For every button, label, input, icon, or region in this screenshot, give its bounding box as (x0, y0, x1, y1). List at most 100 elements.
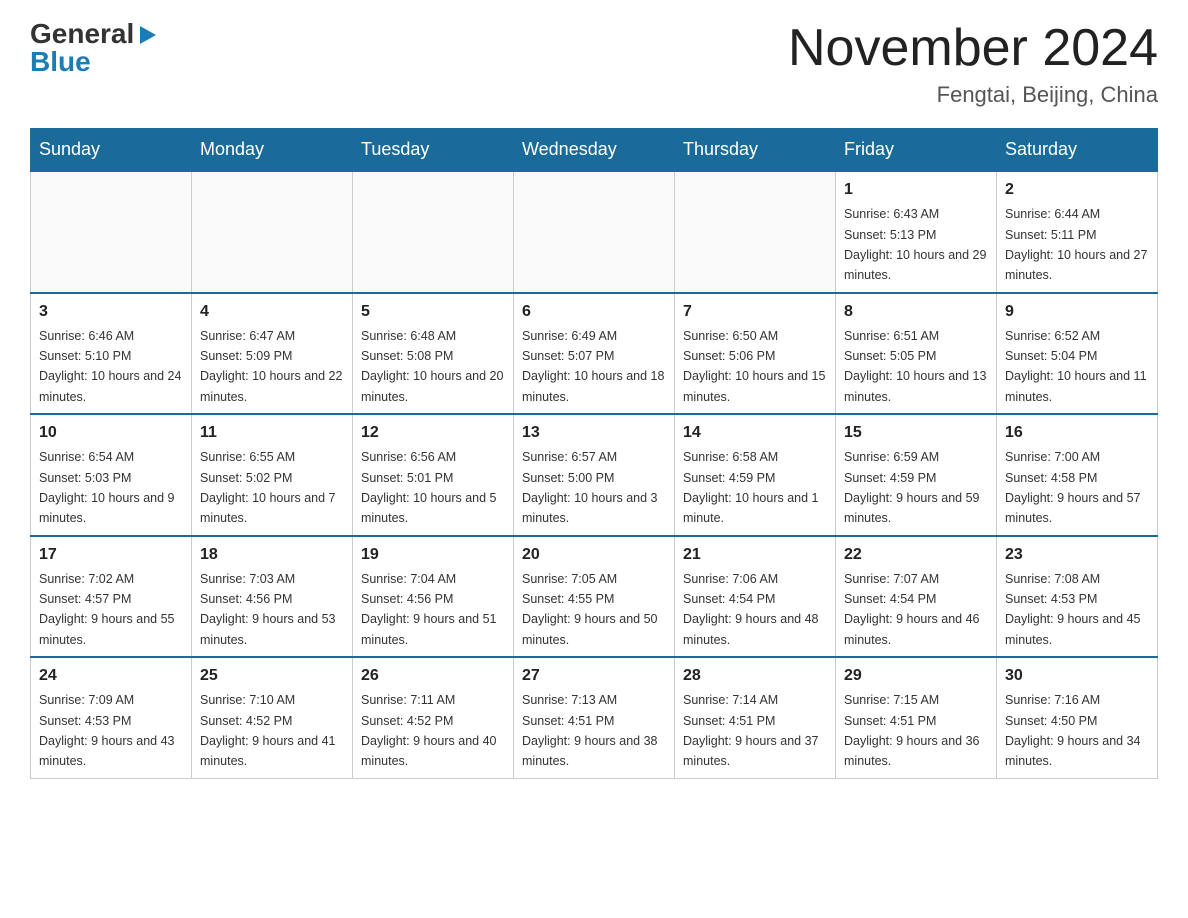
week-row-4: 17 Sunrise: 7:02 AMSunset: 4:57 PMDayligh… (31, 536, 1158, 658)
day-cell: 13 Sunrise: 6:57 AMSunset: 5:00 PMDayligh… (514, 414, 675, 536)
day-cell: 27Sunrise: 7:13 AMSunset: 4:51 PMDayligh… (514, 657, 675, 778)
weekday-header-sunday: Sunday (31, 129, 192, 172)
day-cell: 9 Sunrise: 6:52 AMSunset: 5:04 PMDaylight… (997, 293, 1158, 415)
title-area: November 2024 Fengtai, Beijing, China (788, 20, 1158, 108)
day-info: Sunrise: 7:10 AMSunset: 4:52 PMDaylight:… (200, 693, 336, 768)
day-number: 25 (200, 664, 344, 688)
day-cell: 1 Sunrise: 6:43 AMSunset: 5:13 PMDaylight… (836, 171, 997, 293)
day-cell: 25 Sunrise: 7:10 AMSunset: 4:52 PMDayligh… (192, 657, 353, 778)
day-cell: 19Sunrise: 7:04 AMSunset: 4:56 PMDayligh… (353, 536, 514, 658)
day-number: 20 (522, 543, 666, 567)
day-number: 12 (361, 421, 505, 445)
weekday-header-tuesday: Tuesday (353, 129, 514, 172)
weekday-header-wednesday: Wednesday (514, 129, 675, 172)
day-cell: 2 Sunrise: 6:44 AMSunset: 5:11 PMDaylight… (997, 171, 1158, 293)
location-title: Fengtai, Beijing, China (788, 82, 1158, 108)
day-cell: 3 Sunrise: 6:46 AMSunset: 5:10 PMDaylight… (31, 293, 192, 415)
day-info: Sunrise: 7:16 AMSunset: 4:50 PMDaylight:… (1005, 693, 1141, 768)
day-cell: 7 Sunrise: 6:50 AMSunset: 5:06 PMDaylight… (675, 293, 836, 415)
day-info: Sunrise: 6:46 AMSunset: 5:10 PMDaylight:… (39, 329, 181, 404)
day-info: Sunrise: 7:14 AMSunset: 4:51 PMDaylight:… (683, 693, 819, 768)
week-row-5: 24 Sunrise: 7:09 AMSunset: 4:53 PMDayligh… (31, 657, 1158, 778)
day-number: 5 (361, 300, 505, 324)
day-info: Sunrise: 6:43 AMSunset: 5:13 PMDaylight:… (844, 207, 986, 282)
day-cell: 14Sunrise: 6:58 AMSunset: 4:59 PMDayligh… (675, 414, 836, 536)
day-info: Sunrise: 7:02 AMSunset: 4:57 PMDaylight:… (39, 572, 175, 647)
day-number: 24 (39, 664, 183, 688)
day-cell: 5 Sunrise: 6:48 AMSunset: 5:08 PMDaylight… (353, 293, 514, 415)
day-info: Sunrise: 7:05 AMSunset: 4:55 PMDaylight:… (522, 572, 658, 647)
day-info: Sunrise: 6:44 AMSunset: 5:11 PMDaylight:… (1005, 207, 1147, 282)
day-info: Sunrise: 7:08 AMSunset: 4:53 PMDaylight:… (1005, 572, 1141, 647)
day-info: Sunrise: 6:56 AMSunset: 5:01 PMDaylight:… (361, 450, 497, 525)
day-info: Sunrise: 6:59 AMSunset: 4:59 PMDaylight:… (844, 450, 980, 525)
day-cell (514, 171, 675, 293)
day-info: Sunrise: 6:51 AMSunset: 5:05 PMDaylight:… (844, 329, 986, 404)
logo-general-text: General (30, 20, 134, 48)
day-number: 21 (683, 543, 827, 567)
day-number: 18 (200, 543, 344, 567)
day-info: Sunrise: 6:57 AMSunset: 5:00 PMDaylight:… (522, 450, 658, 525)
day-cell: 17 Sunrise: 7:02 AMSunset: 4:57 PMDayligh… (31, 536, 192, 658)
day-number: 17 (39, 543, 183, 567)
day-number: 8 (844, 300, 988, 324)
day-number: 2 (1005, 178, 1149, 202)
day-cell: 8 Sunrise: 6:51 AMSunset: 5:05 PMDaylight… (836, 293, 997, 415)
day-info: Sunrise: 7:11 AMSunset: 4:52 PMDaylight:… (361, 693, 497, 768)
day-number: 4 (200, 300, 344, 324)
day-number: 10 (39, 421, 183, 445)
calendar: SundayMondayTuesdayWednesdayThursdayFrid… (30, 128, 1158, 779)
weekday-header-thursday: Thursday (675, 129, 836, 172)
day-number: 27 (522, 664, 666, 688)
day-cell: 29 Sunrise: 7:15 AMSunset: 4:51 PMDayligh… (836, 657, 997, 778)
day-cell: 6 Sunrise: 6:49 AMSunset: 5:07 PMDaylight… (514, 293, 675, 415)
day-info: Sunrise: 6:50 AMSunset: 5:06 PMDaylight:… (683, 329, 825, 404)
day-info: Sunrise: 6:48 AMSunset: 5:08 PMDaylight:… (361, 329, 503, 404)
day-number: 7 (683, 300, 827, 324)
day-number: 28 (683, 664, 827, 688)
day-cell: 30 Sunrise: 7:16 AMSunset: 4:50 PMDayligh… (997, 657, 1158, 778)
day-cell: 22Sunrise: 7:07 AMSunset: 4:54 PMDayligh… (836, 536, 997, 658)
logo-blue-text: Blue (30, 48, 91, 76)
day-cell: 21 Sunrise: 7:06 AMSunset: 4:54 PMDayligh… (675, 536, 836, 658)
day-info: Sunrise: 7:00 AMSunset: 4:58 PMDaylight:… (1005, 450, 1141, 525)
day-number: 13 (522, 421, 666, 445)
logo-arrow-icon (136, 24, 158, 46)
day-number: 3 (39, 300, 183, 324)
day-number: 9 (1005, 300, 1149, 324)
day-cell: 15 Sunrise: 6:59 AMSunset: 4:59 PMDayligh… (836, 414, 997, 536)
day-cell: 4Sunrise: 6:47 AMSunset: 5:09 PMDaylight… (192, 293, 353, 415)
day-number: 11 (200, 421, 344, 445)
month-title: November 2024 (788, 20, 1158, 77)
day-number: 16 (1005, 421, 1149, 445)
day-info: Sunrise: 7:09 AMSunset: 4:53 PMDaylight:… (39, 693, 175, 768)
day-cell: 11 Sunrise: 6:55 AMSunset: 5:02 PMDayligh… (192, 414, 353, 536)
day-number: 6 (522, 300, 666, 324)
day-info: Sunrise: 7:06 AMSunset: 4:54 PMDaylight:… (683, 572, 819, 647)
day-cell: 24 Sunrise: 7:09 AMSunset: 4:53 PMDayligh… (31, 657, 192, 778)
day-cell: 26 Sunrise: 7:11 AMSunset: 4:52 PMDayligh… (353, 657, 514, 778)
day-info: Sunrise: 7:15 AMSunset: 4:51 PMDaylight:… (844, 693, 980, 768)
day-number: 15 (844, 421, 988, 445)
day-info: Sunrise: 6:49 AMSunset: 5:07 PMDaylight:… (522, 329, 664, 404)
header: General Blue November 2024 Fengtai, Beij… (30, 20, 1158, 108)
day-cell: 16 Sunrise: 7:00 AMSunset: 4:58 PMDayligh… (997, 414, 1158, 536)
day-number: 26 (361, 664, 505, 688)
day-info: Sunrise: 6:52 AMSunset: 5:04 PMDaylight:… (1005, 329, 1147, 404)
day-info: Sunrise: 6:58 AMSunset: 4:59 PMDaylight:… (683, 450, 819, 525)
week-row-3: 10Sunrise: 6:54 AMSunset: 5:03 PMDayligh… (31, 414, 1158, 536)
day-cell (353, 171, 514, 293)
logo: General Blue (30, 20, 158, 76)
day-cell: 28 Sunrise: 7:14 AMSunset: 4:51 PMDayligh… (675, 657, 836, 778)
day-number: 29 (844, 664, 988, 688)
day-cell (192, 171, 353, 293)
weekday-header-monday: Monday (192, 129, 353, 172)
day-number: 1 (844, 178, 988, 202)
day-number: 22 (844, 543, 988, 567)
day-info: Sunrise: 6:55 AMSunset: 5:02 PMDaylight:… (200, 450, 336, 525)
day-cell: 23Sunrise: 7:08 AMSunset: 4:53 PMDayligh… (997, 536, 1158, 658)
day-number: 30 (1005, 664, 1149, 688)
day-cell: 18Sunrise: 7:03 AMSunset: 4:56 PMDayligh… (192, 536, 353, 658)
day-number: 19 (361, 543, 505, 567)
weekday-header-row: SundayMondayTuesdayWednesdayThursdayFrid… (31, 129, 1158, 172)
